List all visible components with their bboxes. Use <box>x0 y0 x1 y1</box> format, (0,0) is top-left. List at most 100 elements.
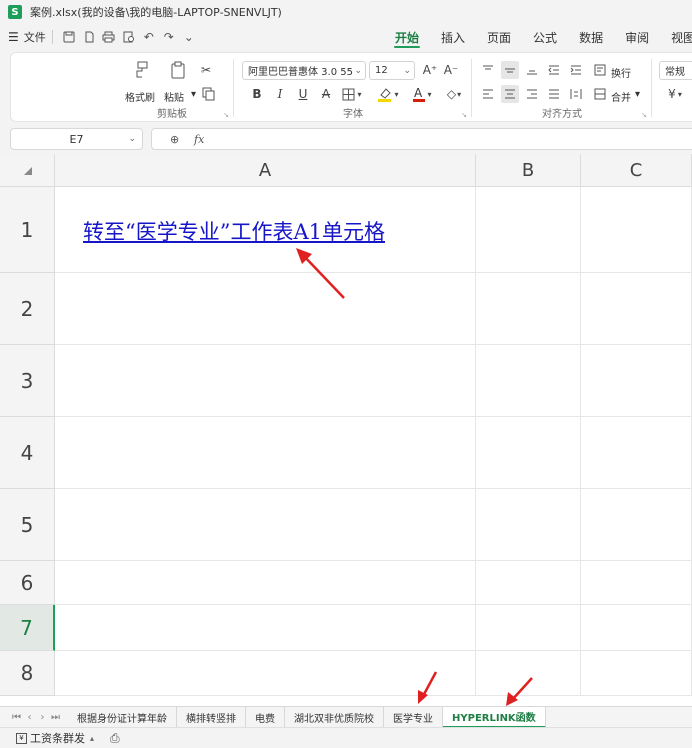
cell-b6[interactable] <box>476 561 581 605</box>
tab-formula[interactable]: 公式 <box>522 24 568 50</box>
align-left-icon[interactable] <box>479 85 497 103</box>
decrease-indent-icon[interactable] <box>545 61 563 79</box>
cell-a5[interactable] <box>55 489 476 561</box>
wrap-text-label[interactable]: 换行 <box>611 65 631 80</box>
row-header-7[interactable]: 7 <box>0 605 55 651</box>
cell-c5[interactable] <box>581 489 692 561</box>
font-color-icon[interactable]: A ▾ <box>409 83 435 105</box>
cell-c2[interactable] <box>581 273 692 345</box>
export-pdf-icon[interactable] <box>79 27 99 47</box>
print-preview-icon[interactable] <box>119 27 139 47</box>
print-icon[interactable] <box>99 27 119 47</box>
cell-a7[interactable] <box>55 605 476 651</box>
undo-icon[interactable]: ↶ <box>139 27 159 47</box>
align-top-icon[interactable] <box>479 61 497 79</box>
cell-b5[interactable] <box>476 489 581 561</box>
file-menu-button[interactable]: ☰ 文件 <box>0 24 46 50</box>
tab-home[interactable]: 开始 <box>384 24 430 50</box>
cell-c6[interactable] <box>581 561 692 605</box>
justify-icon[interactable] <box>545 85 563 103</box>
last-sheet-icon[interactable]: ⏭ <box>49 712 62 723</box>
clear-format-icon[interactable]: ◇ ▾ <box>441 85 467 103</box>
row-header-2[interactable]: 2 <box>0 273 55 345</box>
column-header-c[interactable]: C <box>581 154 692 187</box>
decrease-font-icon[interactable]: A⁻ <box>442 61 460 79</box>
cell-a8[interactable] <box>55 651 476 696</box>
group-expand-icon[interactable]: ↘ <box>461 111 467 119</box>
group-expand-icon[interactable]: ↘ <box>641 111 647 119</box>
merge-cells-label[interactable]: 合并 <box>611 89 631 104</box>
zoom-icon[interactable]: ⊕ <box>170 133 179 146</box>
next-sheet-icon[interactable]: › <box>36 712 49 723</box>
cell-a2[interactable] <box>55 273 476 345</box>
align-right-icon[interactable] <box>523 85 541 103</box>
sheet-tab-medicine[interactable]: 医学专业 <box>384 706 443 728</box>
cell-a6[interactable] <box>55 561 476 605</box>
increase-indent-icon[interactable] <box>567 61 585 79</box>
hyperlink-a1[interactable]: 转至“医学专业”工作表A1单元格 <box>83 216 385 246</box>
row-header-5[interactable]: 5 <box>0 489 55 561</box>
row-header-6[interactable]: 6 <box>0 561 55 605</box>
tab-view[interactable]: 视图 <box>660 24 692 50</box>
cell-c7[interactable] <box>581 605 692 651</box>
cell-b7[interactable] <box>476 605 581 651</box>
wrap-text-icon[interactable] <box>591 61 609 79</box>
sheet-tab-transpose[interactable]: 横排转竖排 <box>177 706 246 728</box>
tab-page[interactable]: 页面 <box>476 24 522 50</box>
row-header-4[interactable]: 4 <box>0 417 55 489</box>
name-box[interactable]: E7 ⌄ <box>10 128 143 150</box>
cell-b4[interactable] <box>476 417 581 489</box>
row-header-3[interactable]: 3 <box>0 345 55 417</box>
format-painter-icon[interactable] <box>131 59 153 81</box>
cell-c1[interactable] <box>581 187 692 273</box>
currency-icon[interactable]: ¥ ▾ <box>661 85 689 103</box>
row-header-1[interactable]: 1 <box>0 187 55 273</box>
save-icon[interactable] <box>59 27 79 47</box>
prev-sheet-icon[interactable]: ‹ <box>23 712 36 723</box>
cell-a3[interactable] <box>55 345 476 417</box>
cell-c4[interactable] <box>581 417 692 489</box>
paste-label[interactable]: 粘贴 <box>164 89 184 104</box>
font-name-select[interactable]: 阿里巴巴普惠体 3.0 55 ⌄ <box>242 61 366 80</box>
merge-cells-icon[interactable] <box>591 85 609 103</box>
sheet-tab-hyperlink[interactable]: HYPERLINK函数 <box>443 706 546 728</box>
tab-insert[interactable]: 插入 <box>430 24 476 50</box>
tab-data[interactable]: 数据 <box>568 24 614 50</box>
protect-sheet-icon[interactable]: ⎙ <box>110 731 120 746</box>
tab-review[interactable]: 审阅 <box>614 24 660 50</box>
paste-dropdown-icon[interactable]: ▾ <box>191 89 196 100</box>
format-painter-label[interactable]: 格式刷 <box>125 89 155 104</box>
column-header-a[interactable]: A <box>55 154 476 187</box>
italic-icon[interactable]: I <box>272 85 288 103</box>
formula-input[interactable]: ⊕ fx <box>151 128 692 150</box>
copy-icon[interactable] <box>199 84 219 104</box>
increase-font-icon[interactable]: A⁺ <box>421 61 439 79</box>
borders-icon[interactable]: ▾ <box>339 85 365 103</box>
cell-c3[interactable] <box>581 345 692 417</box>
redo-icon[interactable]: ↷ <box>159 27 179 47</box>
cell-a4[interactable] <box>55 417 476 489</box>
select-all-button[interactable] <box>0 154 55 187</box>
distributed-align-icon[interactable] <box>567 85 585 103</box>
sheet-tab-electricity[interactable]: 电费 <box>246 706 285 728</box>
align-bottom-icon[interactable] <box>523 61 541 79</box>
align-center-icon[interactable] <box>501 85 519 103</box>
fill-color-icon[interactable]: ▾ <box>375 83 401 105</box>
row-header-8[interactable]: 8 <box>0 651 55 696</box>
cell-b2[interactable] <box>476 273 581 345</box>
cell-b8[interactable] <box>476 651 581 696</box>
number-format-select[interactable]: 常规 <box>659 61 692 80</box>
first-sheet-icon[interactable]: ⏮ <box>10 712 23 723</box>
column-header-b[interactable]: B <box>476 154 581 187</box>
chevron-down-icon[interactable]: ⌄ <box>179 27 199 47</box>
strikethrough-icon[interactable]: A <box>318 85 334 103</box>
font-size-select[interactable]: 12 ⌄ <box>369 61 415 80</box>
underline-icon[interactable]: U <box>295 85 311 103</box>
fx-icon[interactable]: fx <box>194 133 204 146</box>
paste-icon[interactable] <box>167 59 189 81</box>
merge-dropdown-icon[interactable]: ▾ <box>635 89 640 100</box>
align-middle-icon[interactable] <box>501 61 519 79</box>
sheet-tab-hubei-colleges[interactable]: 湖北双非优质院校 <box>285 706 384 728</box>
group-expand-icon[interactable]: ↘ <box>223 111 229 119</box>
bold-icon[interactable]: B <box>249 85 265 103</box>
